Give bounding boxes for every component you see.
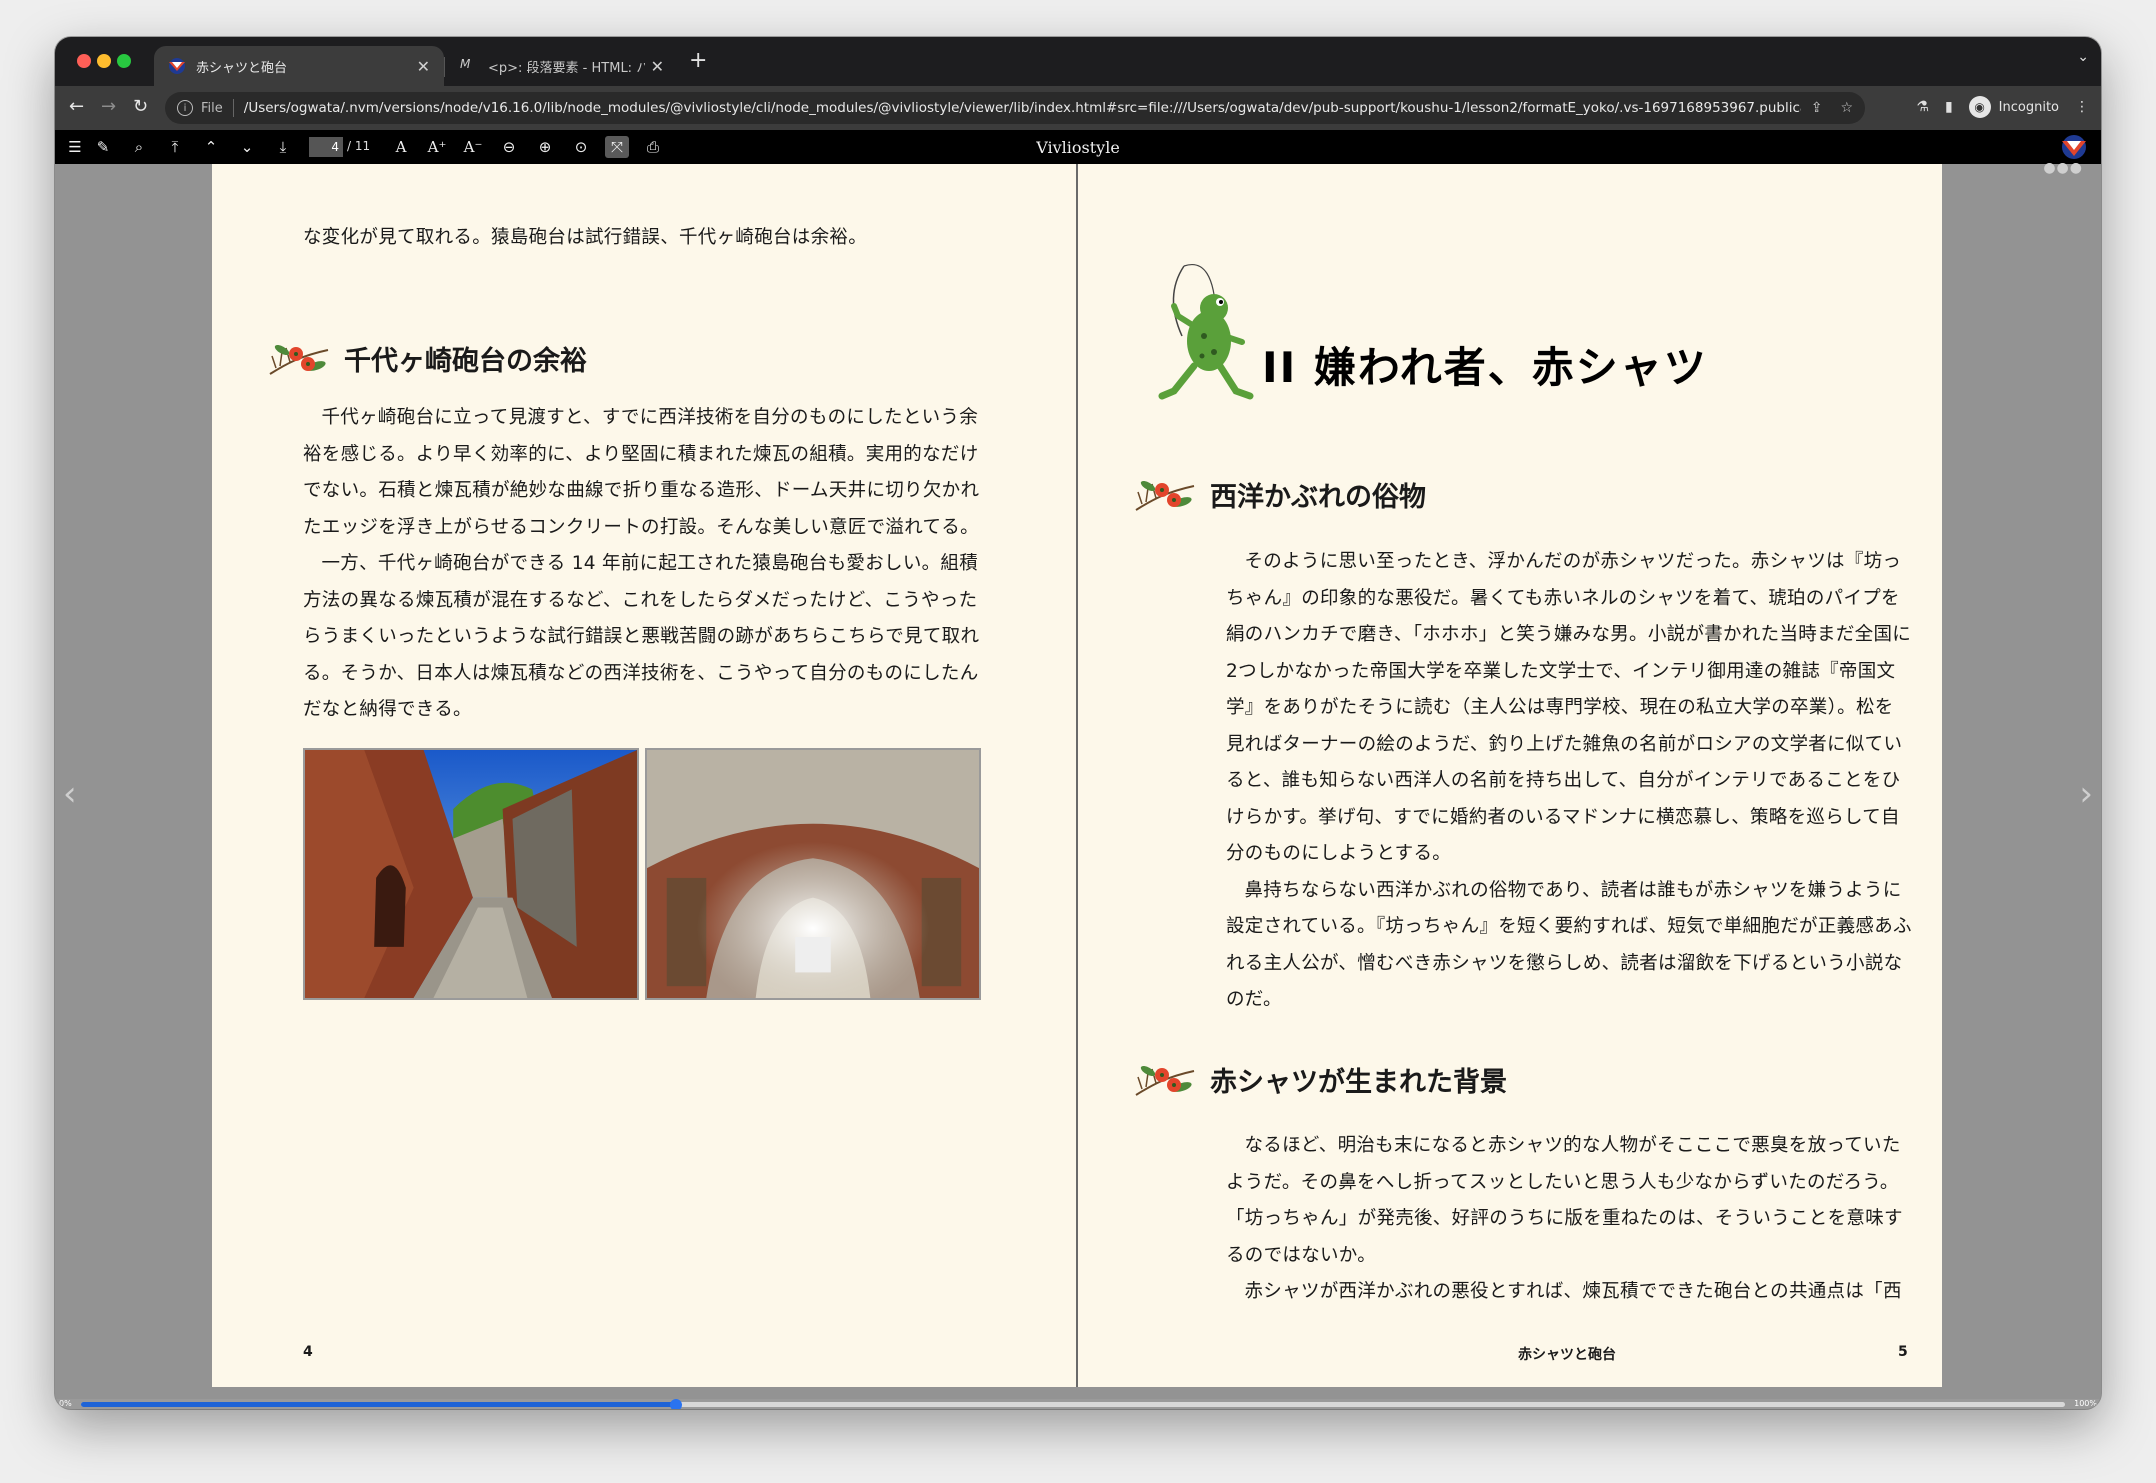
running-head: 赤シャツと砲台 (1518, 1347, 1616, 1363)
paragraph: 鼻持ちならない西洋かぶれの俗物であり、読者は誰もが赤シャツを嫌うように設定されて… (1226, 879, 1912, 1011)
section-heading: 千代ヶ崎砲台の余裕 (266, 338, 587, 378)
site-info-icon[interactable]: i (177, 100, 193, 116)
side-panel-icon[interactable]: ▮ (1945, 99, 1953, 115)
page-number: 5 (1898, 1344, 1908, 1360)
progress-max-label: 100% (2074, 1399, 2097, 1408)
tab-active[interactable]: 赤シャツと砲台 ✕ (154, 46, 444, 86)
incognito-icon: ◉ (1968, 96, 1991, 118)
persimmon-sprig-icon (1135, 1065, 1195, 1096)
tab-title: <p>: 段落要素 - HTML: ハイパ (488, 60, 645, 76)
back-arrow-icon[interactable]: ← (69, 96, 84, 118)
paragraph: 千代ヶ崎砲台に立って見渡すと、すでに西洋技術を自分のものにしたという余裕を感じる… (303, 407, 980, 538)
section2-heading-text: 赤シャツが生まれた背景 (1210, 1066, 1507, 1098)
vivliostyle-favicon-icon (169, 58, 185, 74)
persimmon-sprig-icon (269, 344, 329, 375)
minimize-window-button[interactable] (97, 54, 111, 68)
paragraph: 赤シャツが西洋かぶれの悪役とすれば、煉瓦積でできた砲台との共通点は「西 (1244, 1281, 1902, 1302)
section2-body: なるほど、明治も末になると赤シャツ的な人物がそこここで悪臭を放っていたようだ。そ… (1226, 1128, 1912, 1311)
tab-close-icon[interactable]: ✕ (417, 57, 430, 76)
reading-progress-bar[interactable]: 0% 100% (55, 1399, 2101, 1409)
browser-toolbar: ← → ↻ i File /Users/ogwata/.nvm/versions… (55, 86, 2101, 130)
frog-illustration-icon (1158, 264, 1254, 400)
new-tab-button[interactable]: + (689, 47, 707, 75)
section1-heading: 西洋かぶれの俗物 (1132, 474, 1426, 514)
reload-icon[interactable]: ↻ (133, 96, 148, 118)
tab-close-icon[interactable]: ✕ (651, 57, 664, 76)
extension-icon[interactable]: ⚗ (1916, 99, 1929, 115)
paragraph: そのように思い至ったとき、浮かんだのが赤シャツだった。赤シャツは『坊っちゃん』の… (1226, 551, 1912, 864)
page-number: 4 (303, 1344, 313, 1360)
viewer-toolbar: ☰ ✎ ⌕ ⤒ ⌃ ⌄ ⤓ 4 / 11 A A⁺ A⁻ ⊖ ⊕ ⊙ ⤧ ⎙ V… (55, 130, 2101, 164)
page-left: な変化が見て取れる。猿島砲台は試行錯誤、千代ヶ崎砲台は余裕。 千代ヶ崎砲台の余裕… (212, 164, 1076, 1387)
paragraph: なるほど、明治も末になると赤シャツ的な人物がそこここで悪臭を放っていたようだ。そ… (1226, 1135, 1903, 1266)
prev-spread-chevron-icon[interactable]: ‹ (63, 774, 77, 814)
address-bar[interactable]: i File /Users/ogwata/.nvm/versions/node/… (165, 92, 1865, 124)
incognito-label: Incognito (1998, 99, 2059, 115)
section1-heading-text: 西洋かぶれの俗物 (1210, 481, 1426, 513)
share-icon[interactable]: ⇪ (1811, 100, 1823, 116)
book-viewport: ‹ › ●●● な変化が見て取れる。猿島砲台は試行錯誤、千代ヶ崎砲台は余裕。 千… (55, 160, 2101, 1399)
progress-min-label: 0% (59, 1399, 72, 1408)
browser-window: 赤シャツと砲台 ✕ M <p>: 段落要素 - HTML: ハイパ ✕ + ⌄ … (55, 37, 2101, 1409)
section1-body: そのように思い至ったとき、浮かんだのが赤シャツだった。赤シャツは『坊っちゃん』の… (1226, 544, 1912, 1019)
progress-knob[interactable] (670, 1399, 682, 1409)
mdn-favicon-icon: M (460, 57, 471, 71)
photo-brick-corridor (303, 748, 639, 1000)
tab-inactive[interactable]: M <p>: 段落要素 - HTML: ハイパ ✕ (446, 46, 678, 86)
tab-title: 赤シャツと砲台 (196, 60, 288, 76)
tab-strip: 赤シャツと砲台 ✕ M <p>: 段落要素 - HTML: ハイパ ✕ + ⌄ (55, 37, 2101, 86)
paragraph: 一方、千代ヶ崎砲台ができる 14 年前に起工された猿島砲台も愛おしい。組積方法の… (303, 553, 980, 720)
browser-menu-icon[interactable]: ⋮ (2075, 99, 2089, 115)
url-scheme: File (201, 100, 223, 116)
section-body: 千代ヶ崎砲台に立って見渡すと、すでに西洋技術を自分のものにしたという余裕を感じる… (303, 400, 993, 729)
url-text[interactable]: /Users/ogwata/.nvm/versions/node/v16.16.… (244, 100, 1801, 116)
progress-fill (81, 1402, 676, 1407)
tab-search-chevron-icon[interactable]: ⌄ (2077, 49, 2089, 65)
chapter-title: II 嫌われ者、赤シャツ (1262, 343, 1708, 392)
settings-dots-icon[interactable]: ●●● (2043, 160, 2083, 176)
tab-separator (444, 57, 445, 77)
bookmark-star-icon[interactable]: ☆ (1840, 100, 1853, 116)
persimmon-sprig-icon (1135, 480, 1195, 511)
omnibox-divider (232, 99, 234, 117)
close-window-button[interactable] (77, 54, 91, 68)
section2-heading: 赤シャツが生まれた背景 (1132, 1059, 1507, 1099)
incognito-indicator[interactable]: ◉ Incognito (1968, 96, 2059, 118)
photo-brick-tunnel (645, 748, 981, 1000)
section-heading-text: 千代ヶ崎砲台の余裕 (344, 345, 587, 377)
vivliostyle-logo-icon[interactable] (2061, 134, 2087, 160)
lead-paragraph: な変化が見て取れる。猿島砲台は試行錯誤、千代ヶ崎砲台は余裕。 (303, 227, 868, 248)
next-spread-chevron-icon[interactable]: › (2079, 774, 2093, 814)
forward-arrow-icon[interactable]: → (101, 96, 116, 118)
zoom-window-button[interactable] (117, 54, 131, 68)
viewer-title: Vivliostyle (1036, 138, 1120, 157)
